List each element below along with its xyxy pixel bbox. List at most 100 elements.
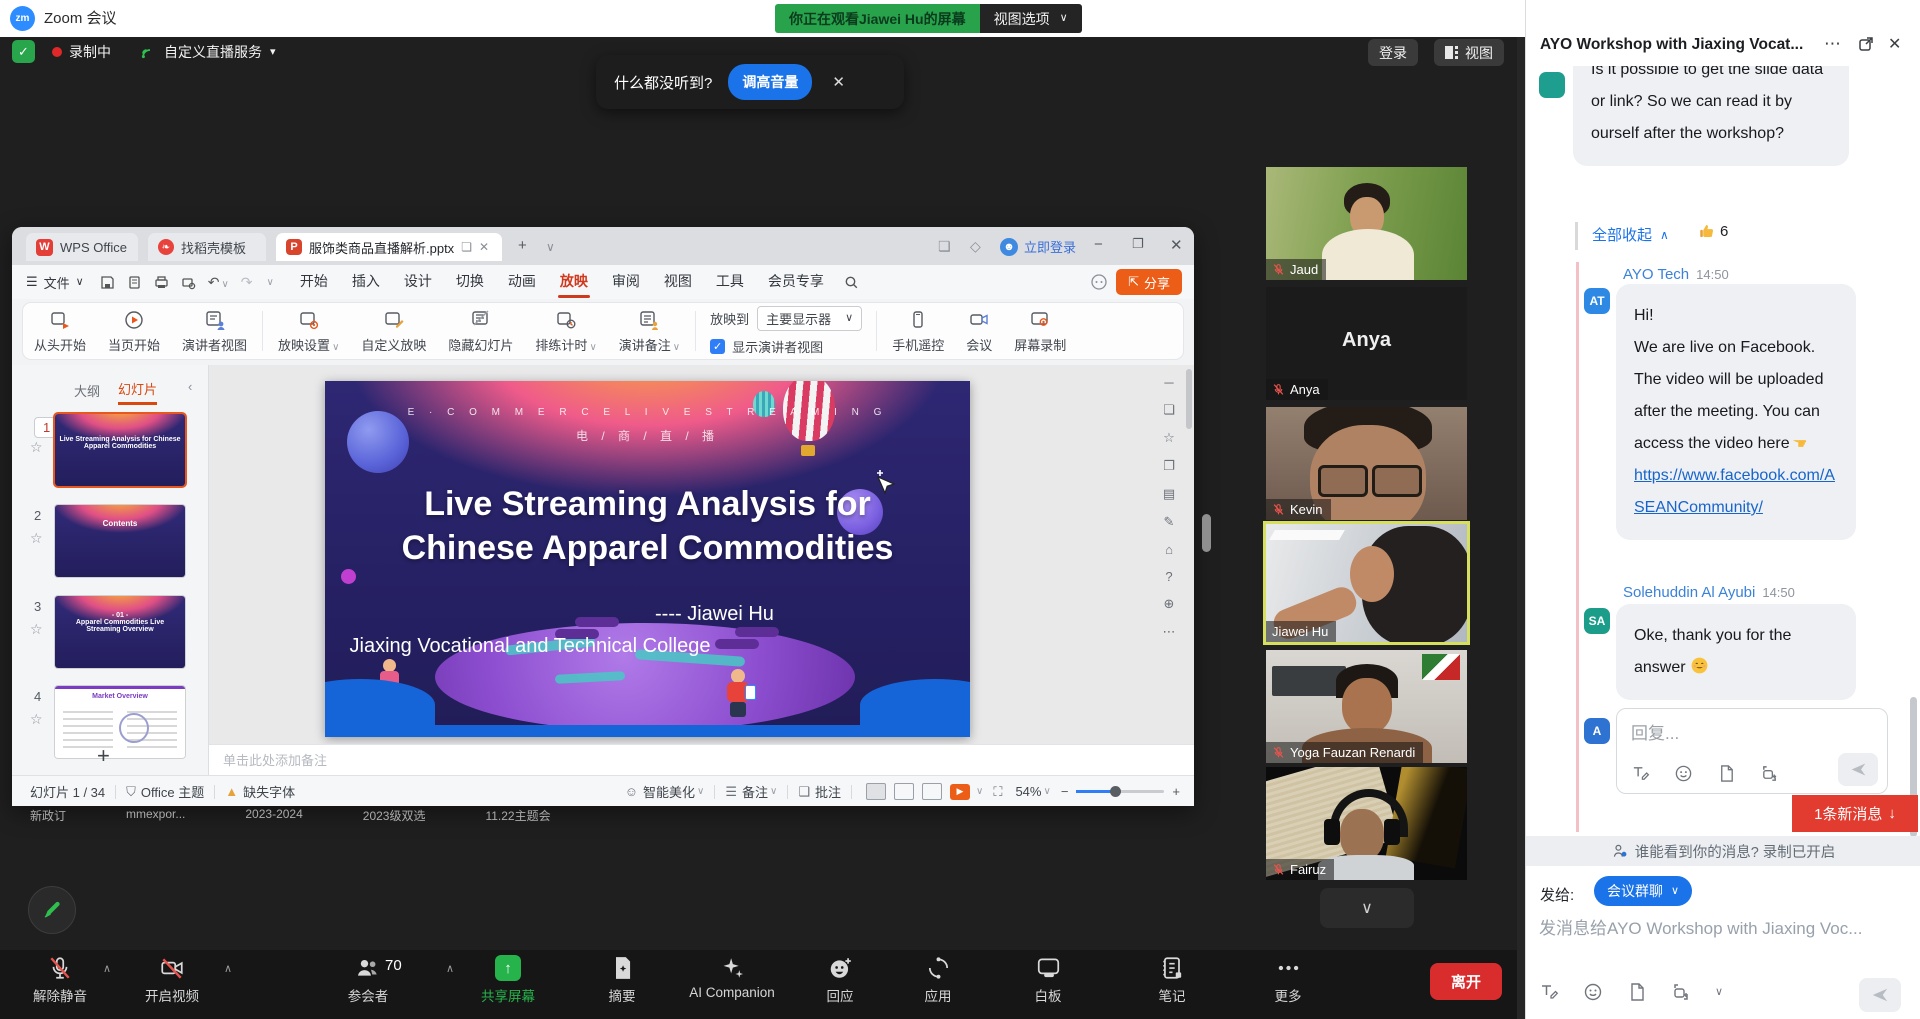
- summary-button[interactable]: 摘要: [609, 955, 636, 1005]
- leave-meeting-button[interactable]: 离开: [1430, 963, 1502, 1000]
- start-video-button[interactable]: 开启视频: [145, 955, 199, 1005]
- mic-options-chevron[interactable]: ∧: [103, 962, 111, 975]
- close-button[interactable]: ✕: [1170, 236, 1183, 254]
- screen-record-button[interactable]: 屏幕录制: [1003, 309, 1077, 354]
- current-slide[interactable]: E · C O M M E R C E L I V E S T R E A M …: [325, 381, 970, 737]
- compose-send-button[interactable]: [1859, 978, 1901, 1012]
- file-icon[interactable]: [1717, 764, 1736, 783]
- star-icon[interactable]: ☆: [30, 439, 43, 456]
- chart-icon[interactable]: ▤: [1163, 486, 1175, 502]
- normal-view-icon[interactable]: [866, 783, 886, 800]
- reply-input[interactable]: 回复...: [1616, 708, 1888, 794]
- sender-name[interactable]: Solehuddin Al Ayubi: [1623, 584, 1755, 601]
- cube-icon[interactable]: ◇: [970, 238, 981, 255]
- play-current-button[interactable]: 当页开始: [97, 309, 171, 354]
- maximize-button[interactable]: ❐: [1132, 236, 1144, 252]
- meeting-button[interactable]: 会议: [955, 309, 1003, 354]
- wps-login[interactable]: ☻ 立即登录: [1000, 237, 1076, 256]
- security-shield-icon[interactable]: ✓: [12, 40, 35, 63]
- layout-icon[interactable]: ❏: [1163, 402, 1175, 418]
- save-icon[interactable]: [100, 275, 115, 290]
- slide-thumbnail-4[interactable]: Market Overview: [55, 686, 185, 758]
- file-icon[interactable]: [1627, 982, 1647, 1002]
- video-tile[interactable]: Anya Anya: [1266, 287, 1467, 400]
- print-icon[interactable]: [154, 275, 169, 290]
- play-slideshow-icon[interactable]: ▶: [950, 784, 970, 800]
- unmute-button[interactable]: 解除静音: [33, 955, 87, 1005]
- star-icon[interactable]: ☆: [30, 621, 43, 638]
- zoom-percent[interactable]: 54%: [1015, 784, 1041, 799]
- undo-icon[interactable]: ↶∨: [208, 274, 229, 291]
- speaker-notes-button[interactable]: ​演讲备注∨: [608, 309, 691, 354]
- video-tile[interactable]: Yoga Fauzan Renardi: [1266, 650, 1467, 763]
- format-icon[interactable]: [1539, 982, 1559, 1002]
- video-tile[interactable]: Kevin: [1266, 407, 1467, 520]
- tab-slides[interactable]: 幻灯片: [118, 379, 157, 405]
- emoji-icon[interactable]: [1674, 764, 1693, 783]
- menu-slideshow[interactable]: 放映: [548, 265, 600, 299]
- close-icon[interactable]: ✕: [832, 73, 845, 91]
- facebook-link[interactable]: https://www.facebook.com/ASEANCommunity/: [1634, 467, 1835, 516]
- raise-volume-button[interactable]: 调高音量: [728, 64, 812, 100]
- print-preview-icon[interactable]: [181, 275, 196, 290]
- slide-thumbnail-3[interactable]: - 01 - Apparel Commodities Live Streamin…: [55, 596, 185, 668]
- format-icon[interactable]: [1631, 764, 1650, 783]
- screenshot-icon[interactable]: [1671, 982, 1691, 1002]
- missing-font-label[interactable]: 缺失字体: [243, 782, 295, 801]
- zoom-out-icon[interactable]: −: [1061, 784, 1069, 799]
- presenter-view-checkbox[interactable]: ✓: [710, 339, 725, 354]
- participants-chevron[interactable]: ∧: [446, 962, 454, 975]
- new-tab-button[interactable]: +: [518, 237, 527, 254]
- output-icon[interactable]: [127, 275, 142, 290]
- search-icon[interactable]: [844, 275, 859, 290]
- file-menu[interactable]: ☰ 文件 ∨: [26, 273, 84, 292]
- annotation-pen-button[interactable]: [28, 886, 76, 934]
- pop-out-icon[interactable]: [1858, 36, 1874, 52]
- canvas-scrollbar[interactable]: [1186, 369, 1192, 429]
- menu-insert[interactable]: 插入: [340, 265, 392, 299]
- collapse-panel-icon[interactable]: ‹: [188, 379, 192, 394]
- rehearse-timing-button[interactable]: ​排练计时∨: [524, 309, 607, 354]
- chat-more-icon[interactable]: ⋯: [1824, 34, 1841, 54]
- menu-view[interactable]: 视图: [652, 265, 704, 299]
- more-videos-button[interactable]: ∨: [1320, 888, 1414, 928]
- star-icon[interactable]: ☆: [1163, 430, 1175, 446]
- display-target-select[interactable]: 主要显示器∨: [757, 306, 862, 331]
- sorter-view-icon[interactable]: [894, 783, 914, 800]
- edit-icon[interactable]: ✎: [1164, 514, 1175, 530]
- notes-bar[interactable]: 单击此处添加备注: [209, 744, 1194, 775]
- hide-slide-button[interactable]: 隐藏幻灯片: [437, 309, 524, 354]
- share-button[interactable]: ⇱分享: [1116, 269, 1182, 295]
- collapse-all-button[interactable]: 全部收起∧: [1592, 224, 1669, 245]
- menu-home[interactable]: 开始: [288, 265, 340, 299]
- screenshot-icon[interactable]: [1760, 764, 1779, 783]
- menu-member[interactable]: 会员专享: [756, 265, 836, 299]
- live-stream-indicator[interactable]: 自定义直播服务▾: [140, 40, 276, 64]
- fit-screen-icon[interactable]: ⛶: [993, 784, 1002, 800]
- view-button[interactable]: 视图: [1434, 39, 1504, 66]
- zoom-slider[interactable]: [1076, 790, 1164, 793]
- reactions-button[interactable]: 回应: [827, 955, 854, 1005]
- theme-label[interactable]: Office 主题: [141, 782, 204, 801]
- compose-input[interactable]: 发消息给AYO Workshop with Jiaxing Voc...: [1539, 914, 1909, 939]
- wps-ai-icon[interactable]: [1090, 273, 1108, 291]
- reaction-badge[interactable]: 6: [1698, 222, 1728, 240]
- chevron-down-icon[interactable]: ∨: [1715, 987, 1723, 998]
- close-icon[interactable]: ✕: [479, 240, 489, 254]
- custom-slideshow-button[interactable]: 自定义放映: [350, 309, 437, 354]
- reading-view-icon[interactable]: [922, 783, 942, 800]
- minimize-button[interactable]: −: [1094, 236, 1103, 253]
- comment-button[interactable]: 批注: [815, 782, 841, 801]
- menu-design[interactable]: 设计: [392, 265, 444, 299]
- apps-button[interactable]: 应用: [925, 955, 952, 1005]
- sender-name[interactable]: AYO Tech: [1623, 266, 1689, 283]
- tab-presentation-file[interactable]: 服饰类商品直播解析.pptx ❏ ✕: [276, 233, 502, 261]
- ai-companion-button[interactable]: AI Companion: [689, 955, 775, 1000]
- close-chat-icon[interactable]: ✕: [1888, 34, 1901, 54]
- tab-docer[interactable]: 找稻壳模板: [148, 233, 266, 261]
- redo-icon[interactable]: ↷: [241, 274, 253, 291]
- notes-button[interactable]: 备注: [742, 782, 768, 801]
- zoom-in-icon[interactable]: +: [1172, 784, 1180, 799]
- send-target-select[interactable]: 会议群聊∨: [1594, 876, 1692, 906]
- menu-transition[interactable]: 切换: [444, 265, 496, 299]
